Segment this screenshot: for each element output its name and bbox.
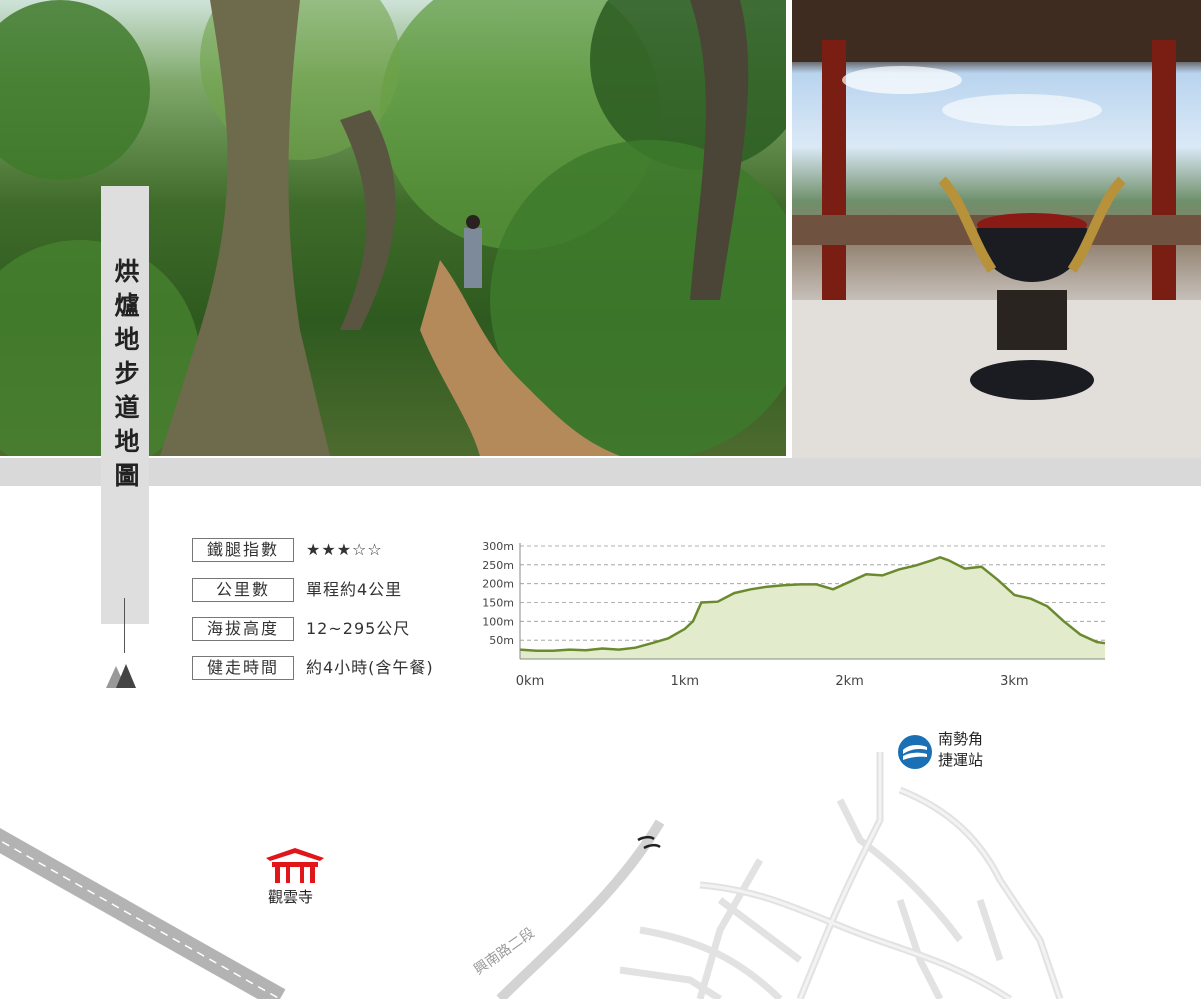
y-tick-label: 100m: [482, 615, 514, 628]
mrt-label-line1: 南勢角: [938, 730, 984, 748]
y-tick-labels: 300m 250m 200m 150m 100m 50m: [482, 540, 514, 647]
y-tick-label: 250m: [482, 559, 514, 572]
mrt-label-line2: 捷運站: [938, 751, 984, 769]
mrt-label: 南勢角 捷運站: [938, 729, 1008, 771]
street-network: [619, 752, 1064, 999]
elevation-chart: 300m 250m 200m 150m 100m 50m 0km 1km 2km 3km: [482, 540, 1106, 689]
stat-value-difficulty: ★★★☆☆: [306, 540, 383, 559]
stat-label-time: 健走時間: [192, 656, 294, 680]
x-tick-labels: 0km 1km 2km 3km: [516, 674, 1029, 689]
y-tick-label: 150m: [482, 597, 514, 610]
temple-gate-icon: [266, 848, 324, 883]
elevation-area: [520, 557, 1105, 659]
mrt-logo-icon: [898, 735, 932, 769]
stat-label-difficulty: 鐵腿指數: [192, 538, 294, 562]
stat-value-altitude: 12~295公尺: [306, 619, 411, 638]
stat-label-distance: 公里數: [192, 578, 294, 602]
stat-value-distance: 單程約4公里: [306, 580, 403, 599]
mountain-icon: [106, 664, 136, 688]
x-tick-label: 2km: [835, 674, 863, 689]
route-map: 興南路二段: [0, 752, 1064, 999]
y-tick-label: 300m: [482, 540, 514, 553]
x-tick-label: 3km: [1000, 674, 1028, 689]
page-title: 烘爐地步道地圖: [111, 258, 140, 496]
y-tick-label: 50m: [489, 634, 514, 647]
divider-band: [0, 458, 1201, 486]
photo-temple-pavilion: [792, 0, 1201, 458]
x-tick-label: 0km: [516, 674, 544, 689]
stat-label-altitude: 海拔高度: [192, 617, 294, 641]
stat-value-time: 約4小時(含午餐): [306, 658, 434, 677]
y-tick-label: 200m: [482, 578, 514, 591]
temple-label: 觀雲寺: [268, 888, 314, 906]
title-divider: [124, 598, 125, 653]
photo-temple-art: [792, 0, 1201, 458]
x-tick-label: 1km: [671, 674, 699, 689]
